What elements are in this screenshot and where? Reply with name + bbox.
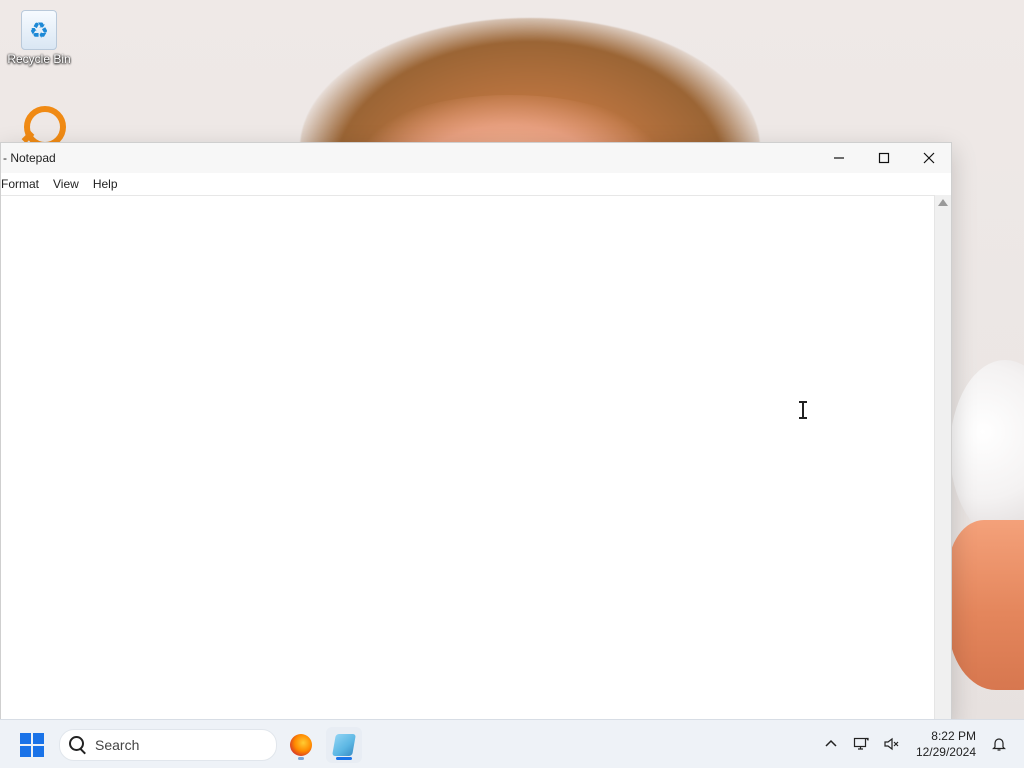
system-tray: 8:22 PM 12/29/2024 <box>816 720 1024 768</box>
active-indicator <box>336 757 352 760</box>
desktop-icon-label: Recycle Bin <box>7 52 71 66</box>
firefox-icon <box>290 734 312 756</box>
menu-help[interactable]: Help <box>86 173 125 195</box>
taskbar: Search 8:22 PM 12/29/2024 <box>0 719 1024 768</box>
wallpaper-white-blob <box>950 360 1024 540</box>
maximize-icon <box>878 152 889 164</box>
chevron-up-icon <box>825 739 837 747</box>
windows-logo-square <box>20 746 31 757</box>
notepad-icon <box>332 734 356 756</box>
maximize-button[interactable] <box>861 143 906 173</box>
windows-logo-square <box>33 733 44 744</box>
taskbar-firefox[interactable] <box>283 727 319 763</box>
window-title: - Notepad <box>3 151 56 165</box>
clock-time: 8:22 PM <box>931 729 976 743</box>
menu-bar: Format View Help <box>1 173 951 195</box>
notifications-button[interactable] <box>986 731 1012 757</box>
minimize-button[interactable] <box>816 143 861 173</box>
start-button[interactable] <box>20 733 44 757</box>
menu-format[interactable]: Format <box>1 173 46 195</box>
show-hidden-icons-button[interactable] <box>818 731 844 757</box>
text-cursor-icon <box>798 401 808 419</box>
taskbar-notepad[interactable] <box>326 727 362 763</box>
window-titlebar[interactable]: - Notepad <box>1 143 951 173</box>
taskbar-search[interactable]: Search <box>59 729 277 761</box>
bell-icon <box>992 738 1006 751</box>
search-icon <box>69 736 87 754</box>
text-editor[interactable] <box>1 195 935 721</box>
scroll-up-arrow-icon[interactable] <box>938 199 948 206</box>
desktop-icon-app[interactable] <box>20 104 66 148</box>
running-indicator <box>298 757 304 760</box>
search-placeholder: Search <box>95 737 140 753</box>
vertical-scrollbar[interactable] <box>934 195 951 721</box>
close-icon <box>923 152 934 164</box>
minimize-icon <box>833 157 844 159</box>
wallpaper-hand <box>948 520 1024 690</box>
clock-date: 12/29/2024 <box>915 745 976 759</box>
windows-logo-icon <box>20 733 31 744</box>
volume-muted-icon <box>884 737 899 751</box>
notepad-window: - Notepad Format View Help <box>0 142 952 722</box>
windows-logo-square <box>33 746 44 757</box>
volume-button[interactable] <box>878 731 904 757</box>
recycle-bin-icon: ♻ <box>21 10 57 50</box>
menu-view[interactable]: View <box>46 173 86 195</box>
desktop-icon-recycle-bin[interactable]: ♻ Recycle Bin <box>3 10 75 66</box>
clock[interactable]: 8:22 PM 12/29/2024 <box>916 728 976 760</box>
network-icon <box>853 737 869 750</box>
close-button[interactable] <box>906 143 951 173</box>
network-button[interactable] <box>848 731 874 757</box>
